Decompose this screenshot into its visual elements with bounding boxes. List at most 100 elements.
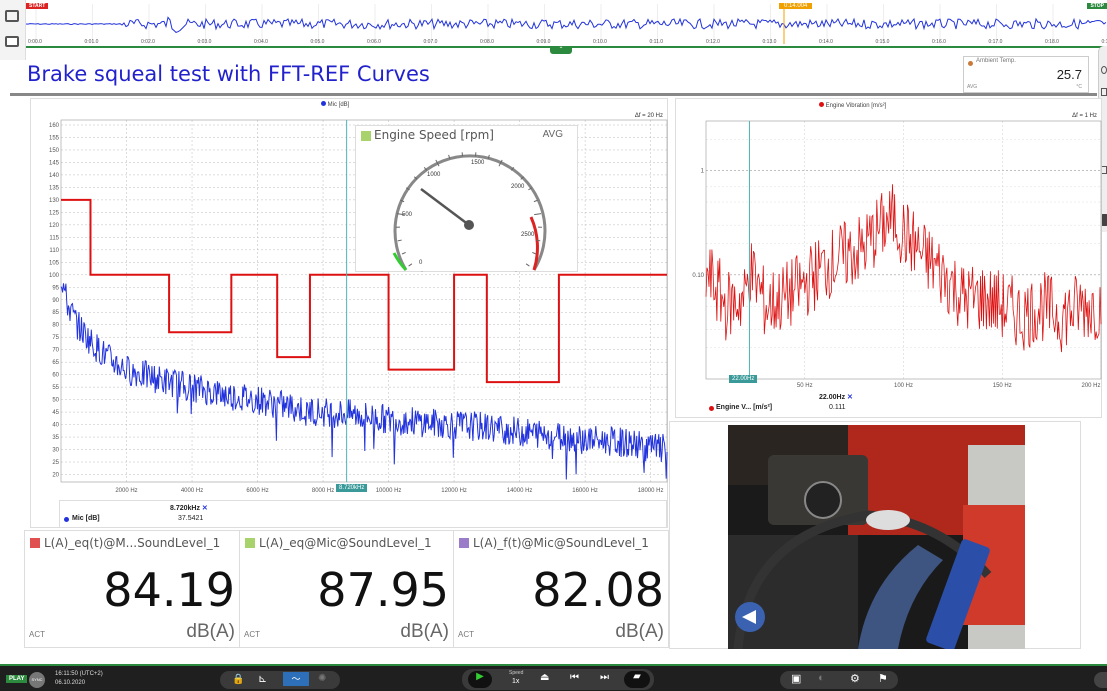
play-button[interactable]: ▶ bbox=[468, 671, 492, 688]
fft-readout-value: 37.5421 bbox=[178, 515, 204, 522]
title-divider bbox=[10, 93, 1097, 96]
eject-icon[interactable]: ⏏ bbox=[540, 672, 549, 683]
video-panel[interactable] bbox=[669, 421, 1081, 649]
vib-cursor-badge[interactable]: 22.00Hz bbox=[729, 375, 758, 383]
settings-icon[interactable]: ⚙ bbox=[850, 672, 860, 685]
gauge-tick-mark bbox=[408, 263, 413, 267]
fft-y-tick: 125 bbox=[49, 210, 60, 216]
ambient-temp-dot bbox=[968, 61, 973, 66]
overview-tick-label: 0:10.0 bbox=[593, 39, 607, 45]
level-3-unit: dB(A) bbox=[615, 621, 664, 642]
level-2-value: 87.95 bbox=[317, 563, 449, 617]
fft-x-tick: 4000 Hz bbox=[181, 488, 203, 494]
vib-readout-close-icon[interactable]: ✕ bbox=[847, 394, 853, 401]
level-3-mode: ACT bbox=[458, 630, 474, 639]
play-badge[interactable]: PLAY bbox=[6, 675, 28, 683]
vib-y-tick: 0.10 bbox=[692, 273, 704, 279]
level-2-unit: dB(A) bbox=[400, 621, 449, 642]
snapshot-icon[interactable]: ◐ bbox=[818, 672, 825, 684]
overview-tick-label: 0:13.0 bbox=[762, 39, 777, 45]
gauge-tick-mark bbox=[525, 263, 530, 267]
speed-label: Speed bbox=[509, 670, 524, 676]
fft-y-tick: 130 bbox=[49, 198, 60, 204]
fft-y-tick: 45 bbox=[52, 410, 59, 416]
vib-readout-header: 22.00Hz ✕ bbox=[819, 393, 853, 401]
rail-icon-2[interactable] bbox=[1101, 88, 1107, 96]
level-2-mode: ACT bbox=[244, 630, 260, 639]
rail-icon-1[interactable] bbox=[1101, 66, 1107, 74]
sync-badge[interactable]: SYNC bbox=[29, 672, 45, 688]
fft-y-tick: 155 bbox=[49, 135, 60, 141]
gauge-tick-mark bbox=[401, 251, 406, 255]
cursor-tool-icon[interactable]: ⊾ bbox=[258, 672, 267, 685]
ambient-temp-panel[interactable]: Ambient Temp. 25.7 AVG °C bbox=[963, 56, 1089, 93]
vib-x-tick: 150 Hz bbox=[993, 383, 1012, 389]
vib-x-tick: 200 Hz bbox=[1081, 383, 1100, 389]
gauge-tick-mark bbox=[532, 251, 537, 255]
fft-y-tick: 65 bbox=[52, 360, 59, 366]
gauge-dial: 0 500 1000 1500 2000 2500 bbox=[392, 152, 547, 272]
fft-y-tick: 75 bbox=[52, 335, 59, 341]
vibration-chart-panel[interactable]: Engine Vibration [m/s²] Δf = 1 Hz 0.10 1 5… bbox=[675, 98, 1102, 418]
overview-tick-label: 0:00.0 bbox=[28, 39, 42, 45]
fft-y-tick: 95 bbox=[52, 285, 59, 291]
fft-y-tick: 105 bbox=[49, 260, 60, 266]
overview-tick-label: 0:03.0 bbox=[197, 39, 212, 45]
fft-readout-close-icon[interactable]: ✕ bbox=[202, 505, 208, 512]
fft-y-tick: 160 bbox=[49, 123, 60, 129]
overview-tick-label: 0:05.0 bbox=[310, 39, 325, 45]
level-1-mode: ACT bbox=[29, 630, 45, 639]
ambient-temp-value: 25.7 bbox=[1056, 67, 1082, 82]
stop-marker[interactable]: STOP bbox=[1087, 3, 1107, 9]
level-panel-2[interactable]: L(A)_eq@Mic@SoundLevel_1 87.95 ACT dB(A) bbox=[239, 530, 454, 648]
flag-icon[interactable]: ⚑ bbox=[878, 672, 888, 685]
start-marker[interactable]: START bbox=[26, 3, 49, 9]
fft-y-tick: 35 bbox=[52, 435, 59, 441]
skip-forward-icon[interactable]: ⏭ bbox=[600, 672, 609, 683]
fft-x-tick: 2000 Hz bbox=[115, 488, 137, 494]
open-folder-icon[interactable]: ▰ bbox=[624, 671, 650, 688]
fft-cursor-badge[interactable]: 8.720kHz bbox=[336, 484, 368, 492]
fft-y-tick: 135 bbox=[49, 185, 60, 191]
fft-y-tick: 55 bbox=[52, 385, 59, 391]
skip-back-icon[interactable]: ⏮ bbox=[570, 672, 579, 683]
engine-speed-gauge-panel[interactable]: Engine Speed [rpm] AVG 0 500 1000 1500 2… bbox=[355, 125, 578, 272]
print-icon[interactable] bbox=[5, 36, 19, 47]
lock-icon[interactable]: 🔒 bbox=[232, 674, 244, 685]
level-3-value: 82.08 bbox=[532, 563, 664, 617]
menu-icon[interactable] bbox=[1094, 672, 1107, 688]
fft-readout: 8.720kHz ✕ Mic [dB] 37.5421 bbox=[59, 500, 667, 528]
vib-y-tick: 1 bbox=[701, 169, 705, 175]
save-icon[interactable]: ▣ bbox=[791, 672, 801, 685]
cursor-time-badge[interactable]: 0:14.004 bbox=[779, 3, 813, 9]
gauge-color-dot bbox=[361, 131, 371, 141]
vib-plot[interactable]: 0.10150 Hz 100 Hz 150 Hz 200 Hz bbox=[676, 99, 1103, 391]
fft-x-tick: 16000 Hz bbox=[572, 488, 598, 494]
level-panel-1[interactable]: L(A)_eq(t)@M...SoundLevel_1 84.19 ACT dB… bbox=[24, 530, 240, 648]
fft-y-tick: 120 bbox=[49, 223, 60, 229]
gauge-tick-mark bbox=[534, 213, 542, 216]
level-1-value: 84.19 bbox=[103, 563, 235, 617]
export-icon[interactable] bbox=[5, 10, 19, 22]
fft-y-tick: 140 bbox=[49, 173, 60, 179]
fft-x-tick: 8000 Hz bbox=[312, 488, 334, 494]
wave-tool-icon[interactable]: 〜 bbox=[283, 672, 309, 686]
level-1-title: L(A)_eq(t)@M...SoundLevel_1 bbox=[44, 536, 221, 550]
collapse-handle[interactable]: ⌃ bbox=[550, 47, 572, 54]
status-bar: PLAY SYNC 16:11:50 (UTC+2) 06.10.2020 🔒 … bbox=[0, 664, 1107, 691]
zoom-tool-icon[interactable]: ✺ bbox=[318, 673, 326, 684]
left-icon-rail bbox=[0, 0, 26, 60]
fft-y-tick: 110 bbox=[49, 248, 59, 254]
speed-value[interactable]: 1x bbox=[512, 678, 519, 685]
fft-y-tick: 40 bbox=[52, 423, 59, 429]
level-panel-3[interactable]: L(A)_f(t)@Mic@SoundLevel_1 82.08 ACT dB(… bbox=[453, 530, 669, 648]
gauge-tick-0: 0 bbox=[419, 260, 423, 266]
overview-tick-label: 0:14.0 bbox=[819, 39, 833, 45]
overview-tick-label: 0:08.0 bbox=[480, 39, 494, 45]
overview-tick-label: 0:02.0 bbox=[141, 39, 155, 45]
fft-x-tick: 6000 Hz bbox=[246, 488, 268, 494]
overview-timeline[interactable]: 0:00.0 0:01.0 0:02.0 0:03.0 0:04.0 0:05.0 0:06… bbox=[26, 0, 1107, 48]
level-1-unit: dB(A) bbox=[186, 621, 235, 642]
vib-readout-dot bbox=[709, 406, 714, 411]
overview-tick-label: 0:06.0 bbox=[367, 39, 381, 45]
